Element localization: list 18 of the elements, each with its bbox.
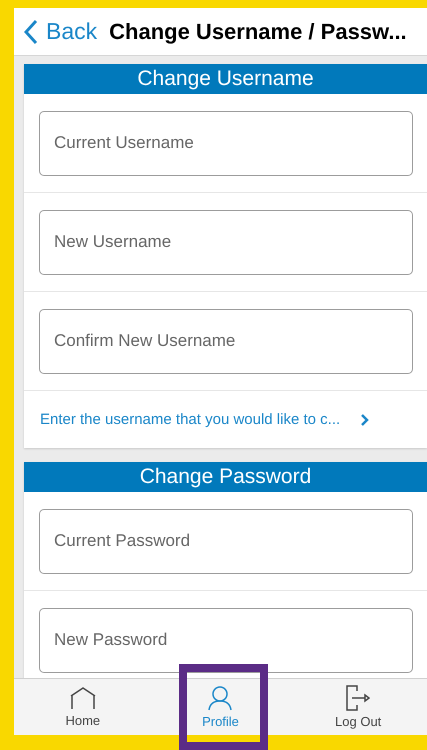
- hint-row[interactable]: Enter the username that you would like to c...: [24, 391, 427, 448]
- tab-item[interactable]: Log Out: [289, 679, 427, 735]
- section-header: Change Username: [24, 64, 427, 94]
- tab-item[interactable]: Profile: [152, 679, 290, 735]
- house-icon: [68, 686, 97, 710]
- exit-door-icon: [346, 685, 370, 711]
- section-header: Change Password: [24, 462, 427, 492]
- person-icon: [207, 685, 234, 711]
- back-button[interactable]: Back: [24, 18, 98, 45]
- screen-title: Change Username / Passw...: [109, 18, 407, 44]
- input-field[interactable]: Current Username: [39, 110, 413, 176]
- input-field[interactable]: Current Password: [39, 508, 413, 574]
- chevron-right-icon: [360, 412, 370, 426]
- input-field[interactable]: New Username: [39, 210, 413, 274]
- input-field[interactable]: Confirm New Username: [39, 308, 413, 374]
- input-field[interactable]: New Password: [39, 608, 413, 672]
- tab-item[interactable]: Home: [14, 679, 152, 735]
- chevron-left-icon: [24, 18, 38, 44]
